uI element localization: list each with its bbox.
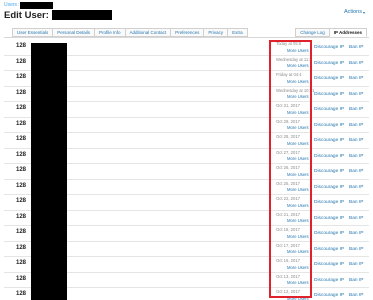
ip-address-cell: 128 bbox=[16, 167, 27, 173]
breadcrumb-users-link[interactable]: Users bbox=[4, 2, 17, 8]
ban-ip-link[interactable]: Ban IP bbox=[349, 262, 363, 267]
ip-address-cell: 128 bbox=[16, 244, 27, 251]
ip-address-cell: 128 bbox=[16, 198, 27, 204]
ip-address-cell: 128 bbox=[16, 291, 27, 297]
tab-privacy[interactable]: Privacy bbox=[204, 28, 229, 37]
ip-address-cell: 128 bbox=[16, 136, 27, 142]
discourage-ip-link[interactable]: Discourage IP bbox=[314, 123, 344, 128]
discourage-ip-link[interactable]: Discourage IP bbox=[314, 185, 344, 190]
tab-additional-contact[interactable]: Additional Contact bbox=[125, 28, 172, 37]
breadcrumb-separator: : bbox=[18, 2, 20, 8]
dates-highlight-box bbox=[269, 40, 312, 298]
discourage-ip-link[interactable]: Discourage IP bbox=[314, 92, 344, 97]
chevron-down-icon: ▾ bbox=[362, 9, 365, 15]
discourage-ip-link[interactable]: Discourage IP bbox=[314, 76, 344, 81]
ip-address-cell: 128 bbox=[16, 89, 27, 96]
ip-address-cell: 128 bbox=[16, 43, 27, 49]
tab-ip-addresses[interactable]: IP Addresses bbox=[329, 28, 367, 37]
discourage-ip-link[interactable]: Discourage IP bbox=[314, 61, 344, 66]
ip-address-cell: 128 bbox=[16, 213, 27, 220]
ip-address-cell: 128 bbox=[16, 260, 27, 266]
ip-address-cell: 128 bbox=[16, 120, 27, 127]
ban-ip-link[interactable]: Ban IP bbox=[349, 278, 363, 283]
actions-menu-button[interactable]: Actions ▾ bbox=[344, 9, 365, 15]
ban-ip-link[interactable]: Ban IP bbox=[349, 123, 363, 128]
ban-ip-link[interactable]: Ban IP bbox=[349, 107, 363, 112]
tabs-secondary: Change Log IP Addresses bbox=[295, 28, 367, 37]
ban-ip-link[interactable]: Ban IP bbox=[349, 45, 363, 50]
discourage-ip-link[interactable]: Discourage IP bbox=[314, 247, 344, 252]
ip-address-cell: 128 bbox=[16, 105, 27, 111]
breadcrumb-username-redaction bbox=[20, 1, 54, 9]
ip-address-cell: 128 bbox=[16, 151, 27, 158]
breadcrumb: Users: bbox=[4, 1, 54, 9]
tab-preferences[interactable]: Preferences bbox=[171, 28, 205, 37]
ban-ip-link[interactable]: Ban IP bbox=[349, 61, 363, 66]
tab-personal-details[interactable]: Personal Details bbox=[53, 28, 96, 37]
discourage-ip-link[interactable]: Discourage IP bbox=[314, 231, 344, 236]
page-title: Edit User: bbox=[4, 9, 112, 21]
discourage-ip-link[interactable]: Discourage IP bbox=[314, 107, 344, 112]
tab-profile-info[interactable]: Profile Info bbox=[95, 28, 126, 37]
discourage-ip-link[interactable]: Discourage IP bbox=[314, 138, 344, 143]
discourage-ip-link[interactable]: Discourage IP bbox=[314, 216, 344, 221]
page-title-text: Edit User: bbox=[4, 9, 49, 21]
ip-addresses-redaction bbox=[31, 43, 67, 300]
actions-label: Actions bbox=[343, 9, 362, 15]
tab-extra[interactable]: Extra bbox=[228, 28, 248, 37]
ban-ip-link[interactable]: Ban IP bbox=[349, 293, 363, 298]
ban-ip-link[interactable]: Ban IP bbox=[349, 247, 363, 252]
tab-user-essentials[interactable]: User Essentials bbox=[12, 28, 54, 37]
tabs-primary: User Essentials Personal Details Profile… bbox=[12, 28, 248, 37]
discourage-ip-link[interactable]: Discourage IP bbox=[314, 278, 344, 283]
ban-ip-link[interactable]: Ban IP bbox=[349, 231, 363, 236]
ip-address-cell: 128 bbox=[16, 74, 27, 80]
ban-ip-link[interactable]: Ban IP bbox=[349, 154, 363, 159]
discourage-ip-link[interactable]: Discourage IP bbox=[314, 200, 344, 205]
ban-ip-link[interactable]: Ban IP bbox=[349, 185, 363, 190]
discourage-ip-link[interactable]: Discourage IP bbox=[314, 169, 344, 174]
ip-address-cell: 128 bbox=[16, 229, 27, 235]
ip-address-cell: 128 bbox=[16, 182, 27, 189]
tab-bar: User Essentials Personal Details Profile… bbox=[4, 27, 369, 38]
ban-ip-link[interactable]: Ban IP bbox=[349, 200, 363, 205]
ban-ip-link[interactable]: Ban IP bbox=[349, 169, 363, 174]
tab-change-log[interactable]: Change Log bbox=[295, 28, 330, 37]
ban-ip-link[interactable]: Ban IP bbox=[349, 216, 363, 221]
discourage-ip-link[interactable]: Discourage IP bbox=[314, 293, 344, 298]
ban-ip-link[interactable]: Ban IP bbox=[349, 92, 363, 97]
ip-address-cell: 128 bbox=[16, 275, 27, 282]
ban-ip-link[interactable]: Ban IP bbox=[349, 76, 363, 81]
discourage-ip-link[interactable]: Discourage IP bbox=[314, 154, 344, 159]
ban-ip-link[interactable]: Ban IP bbox=[349, 138, 363, 143]
ip-address-cell: 128 bbox=[16, 58, 27, 65]
discourage-ip-link[interactable]: Discourage IP bbox=[314, 45, 344, 50]
username-redaction bbox=[51, 10, 112, 20]
discourage-ip-link[interactable]: Discourage IP bbox=[314, 262, 344, 267]
